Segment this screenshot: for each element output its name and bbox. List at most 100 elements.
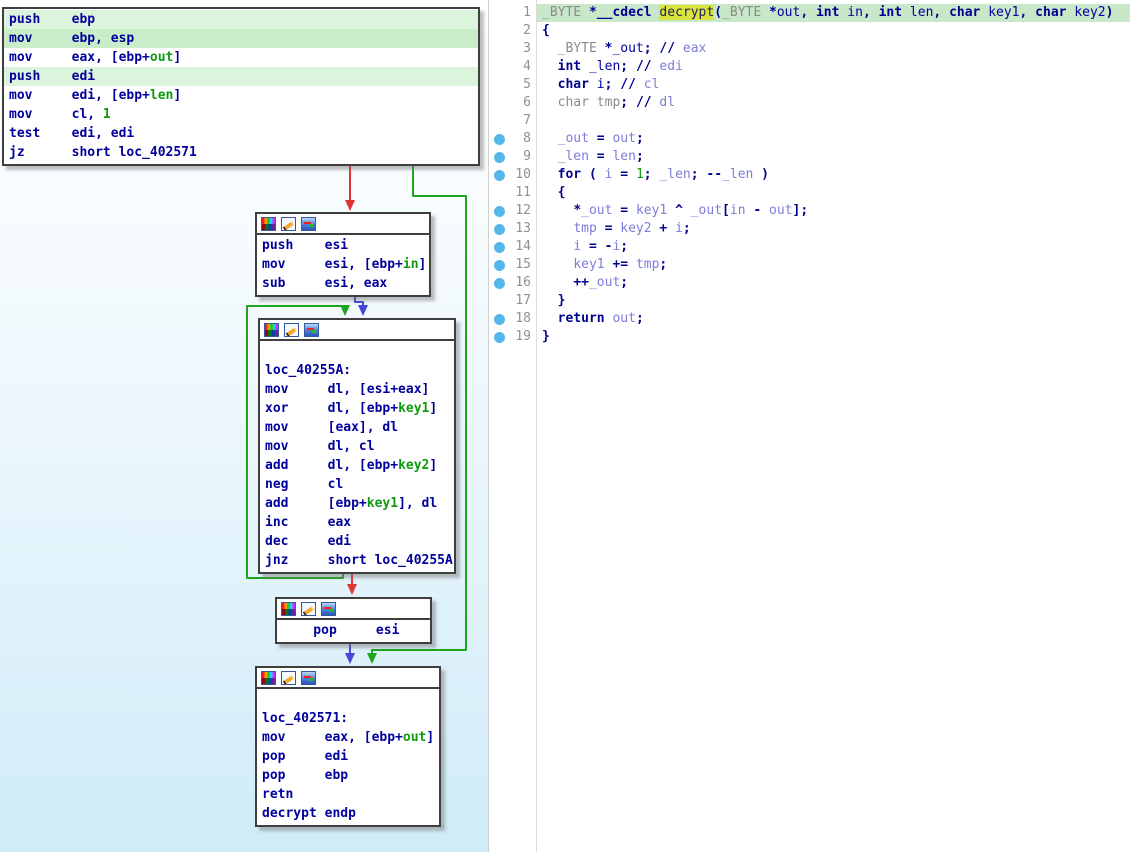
pseudocode-text[interactable]: tmp = key2 + i; [536,220,1130,238]
asm-instruction-line[interactable]: mov esi, [ebp+in] [257,255,429,274]
line-number: 5 [508,76,536,94]
asm-instruction-line[interactable]: xor dl, [ebp+key1] [260,399,454,418]
pseudocode-line[interactable]: 17 } [490,292,1130,310]
edit-comment-icon[interactable] [281,217,296,231]
pseudocode-line[interactable]: 4 int _len; // edi [490,58,1130,76]
asm-instruction-line[interactable]: pop ebp [257,766,439,785]
code-token [542,41,558,56]
pane-splitter[interactable] [488,0,489,852]
asm-instruction-line[interactable]: mov edi, [ebp+len] [4,86,478,105]
code-token [542,239,573,254]
edit-comment-icon[interactable] [284,323,299,337]
asm-instruction-line[interactable]: push ebp [4,10,478,29]
asm-instruction-line[interactable]: test edi, edi [4,124,478,143]
pseudocode-line[interactable]: 16 ++_out; [490,274,1130,292]
pseudocode-line[interactable]: 19} [490,328,1130,346]
pseudocode-text[interactable]: _BYTE *__cdecl decrypt(_BYTE *out, int i… [536,4,1130,22]
pseudocode-line[interactable]: 2{ [490,22,1130,40]
asm-instruction-line[interactable]: jz short loc_402571 [4,143,478,162]
asm-instruction-line[interactable]: mov dl, [esi+eax] [260,380,454,399]
pseudocode-line[interactable]: 9 _len = len; [490,148,1130,166]
asm-instruction-line[interactable]: mov [eax], dl [260,418,454,437]
set-node-color-icon[interactable] [261,671,276,685]
code-token: key2 [1074,5,1105,20]
asm-instruction-line[interactable]: mov dl, cl [260,437,454,456]
pseudocode-text[interactable]: ++_out; [536,274,1130,292]
pseudocode-line[interactable]: 14 i = -i; [490,238,1130,256]
group-nodes-icon[interactable] [301,671,316,685]
pseudocode-text[interactable]: char tmp; // dl [536,94,1130,112]
asm-instruction-line[interactable]: loc_402571: [257,709,439,728]
code-token: xor dl, [ebp+ [265,401,398,416]
pseudocode-line[interactable]: 8 _out = out; [490,130,1130,148]
pseudocode-text[interactable]: i = -i; [536,238,1130,256]
asm-instruction-line[interactable]: pop edi [257,747,439,766]
group-nodes-icon[interactable] [304,323,319,337]
asm-instruction-line[interactable]: pop esi [277,621,430,640]
pseudocode-text[interactable] [536,112,1130,130]
code-token: jnz short loc_40255A [265,553,453,568]
asm-instruction-line[interactable]: mov ebp, esp [4,29,478,48]
pseudocode-line[interactable]: 11 { [490,184,1130,202]
pseudocode-line[interactable]: 15 key1 += tmp; [490,256,1130,274]
edit-comment-icon[interactable] [301,602,316,616]
pseudocode-line[interactable]: 18 return out; [490,310,1130,328]
asm-instruction-line[interactable]: add [ebp+key1], dl [260,494,454,513]
asm-instruction-line[interactable]: push edi [4,67,478,86]
pseudocode-line[interactable]: 13 tmp = key2 + i; [490,220,1130,238]
pseudocode-line[interactable]: 1_BYTE *__cdecl decrypt(_BYTE *out, int … [490,4,1130,22]
address-bullet-icon [490,238,508,256]
pseudocode-view[interactable]: 1_BYTE *__cdecl decrypt(_BYTE *out, int … [490,0,1130,852]
asm-instruction-line[interactable]: mov eax, [ebp+out] [4,48,478,67]
pseudocode-line[interactable]: 3 _BYTE *_out; // eax [490,40,1130,58]
edit-comment-icon[interactable] [281,671,296,685]
pseudocode-text[interactable]: { [536,184,1130,202]
ida-graph-view[interactable]: push ebpmov ebp, espmov eax, [ebp+out]pu… [0,0,488,852]
basic-block-pop-esi[interactable]: pop esi [275,597,432,644]
asm-instruction-line[interactable]: dec edi [260,532,454,551]
basic-block-setup-in[interactable]: push esimov esi, [ebp+in]sub esi, eax [255,212,431,297]
asm-instruction-line[interactable]: jnz short loc_40255A [260,551,454,570]
asm-instruction-line[interactable] [260,342,454,361]
pseudocode-text[interactable]: for ( i = 1; _len; --_len ) [536,166,1130,184]
pseudocode-text[interactable]: } [536,328,1130,346]
pseudocode-text[interactable]: _len = len; [536,148,1130,166]
code-token: * [761,5,777,20]
code-token: mov cl, [9,107,103,122]
asm-instruction-line[interactable]: mov cl, 1 [4,105,478,124]
basic-block-entry[interactable]: push ebpmov ebp, espmov eax, [ebp+out]pu… [2,7,480,166]
basic-block-loc_402571[interactable]: loc_402571:mov eax, [ebp+out]pop edipop … [255,666,441,827]
asm-instruction-line[interactable]: sub esi, eax [257,274,429,293]
pseudocode-text[interactable]: return out; [536,310,1130,328]
set-node-color-icon[interactable] [264,323,279,337]
asm-instruction-line[interactable]: inc eax [260,513,454,532]
line-number: 17 [508,292,536,310]
asm-instruction-line[interactable] [257,690,439,709]
pseudocode-text[interactable]: *_out = key1 ^ _out[in - out]; [536,202,1130,220]
asm-instruction-line[interactable]: retn [257,785,439,804]
set-node-color-icon[interactable] [281,602,296,616]
pseudocode-text[interactable]: _BYTE *_out; // eax [536,40,1130,58]
pseudocode-line[interactable]: 6 char tmp; // dl [490,94,1130,112]
pseudocode-text[interactable]: } [536,292,1130,310]
asm-instruction-line[interactable]: decrypt endp [257,804,439,823]
pseudocode-line[interactable]: 5 char i; // cl [490,76,1130,94]
group-nodes-icon[interactable] [321,602,336,616]
asm-instruction-line[interactable]: loc_40255A: [260,361,454,380]
pseudocode-line[interactable]: 10 for ( i = 1; _len; --_len ) [490,166,1130,184]
pseudocode-line[interactable]: 12 *_out = key1 ^ _out[in - out]; [490,202,1130,220]
pseudocode-text[interactable]: int _len; // edi [536,58,1130,76]
asm-instruction-line[interactable]: push esi [257,236,429,255]
basic-block-loc_40255A[interactable]: loc_40255A:mov dl, [esi+eax]xor dl, [ebp… [258,318,456,574]
code-token: ; [605,77,621,92]
asm-instruction-line[interactable]: mov eax, [ebp+out] [257,728,439,747]
group-nodes-icon[interactable] [301,217,316,231]
asm-instruction-line[interactable]: add dl, [ebp+key2] [260,456,454,475]
pseudocode-text[interactable]: char i; // cl [536,76,1130,94]
set-node-color-icon[interactable] [261,217,276,231]
pseudocode-text[interactable]: { [536,22,1130,40]
asm-instruction-line[interactable]: neg cl [260,475,454,494]
pseudocode-text[interactable]: _out = out; [536,130,1130,148]
pseudocode-line[interactable]: 7 [490,112,1130,130]
pseudocode-text[interactable]: key1 += tmp; [536,256,1130,274]
